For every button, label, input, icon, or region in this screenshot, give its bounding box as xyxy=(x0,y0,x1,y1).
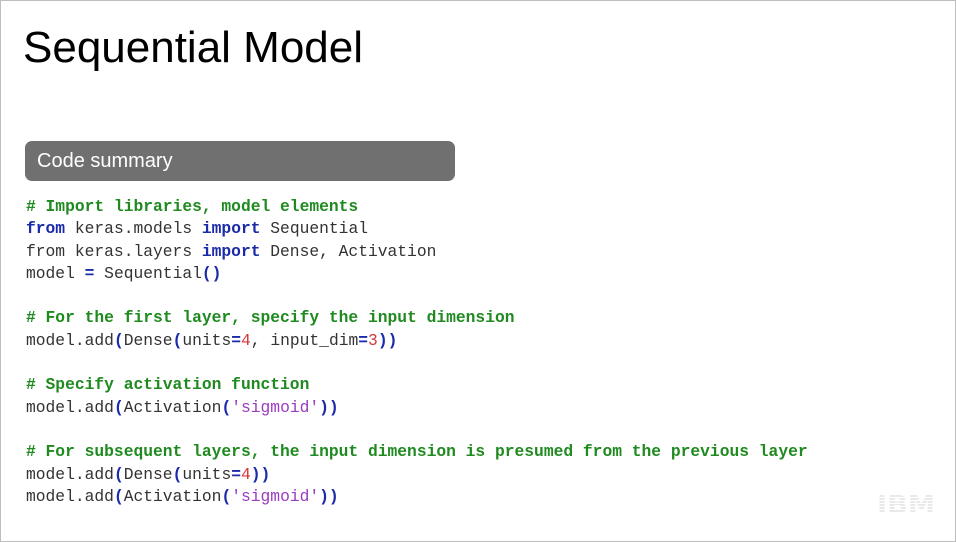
code-token-plain: from keras.layers xyxy=(26,241,202,261)
code-token-plain: Dense, Activation xyxy=(260,241,437,261)
code-token-plain: model.add xyxy=(26,397,114,417)
code-line: model.add(Activation('sigmoid')) xyxy=(26,486,808,508)
code-line: model.add(Dense(units=4)) xyxy=(26,464,808,486)
code-token-plain: Sequential xyxy=(94,263,202,283)
code-line: from keras.layers import Dense, Activati… xyxy=(26,241,808,263)
code-token-op: ( xyxy=(113,486,124,506)
code-token-op: = xyxy=(231,464,241,484)
code-token-keyword: import xyxy=(201,241,261,261)
code-token-op: = xyxy=(358,330,369,350)
code-line: # For the first layer, specify the input… xyxy=(26,307,808,329)
code-token-op: )) xyxy=(250,464,271,484)
code-token-plain: units xyxy=(182,464,232,484)
code-token-op: )) xyxy=(319,397,339,417)
code-token-op: ( xyxy=(221,486,232,506)
slide-title: Sequential Model xyxy=(23,23,364,72)
code-token-op: ( xyxy=(113,397,124,417)
code-token-comment: # Import libraries, model elements xyxy=(26,197,359,216)
code-token-comment: # For the first layer, specify the input… xyxy=(26,308,515,328)
code-token-plain: Dense xyxy=(123,464,173,484)
ibm-logo-icon: IBM xyxy=(877,492,935,516)
code-token-plain: model xyxy=(26,263,85,283)
code-token-string: 'sigmoid' xyxy=(231,486,320,506)
code-token-op: = xyxy=(84,263,95,283)
code-token-plain: model.add xyxy=(26,464,114,484)
code-token-plain: , input_dim xyxy=(250,330,359,350)
ibm-logo-text: IBM xyxy=(877,492,935,516)
slide: Sequential Model Code summary # Import l… xyxy=(0,0,956,542)
code-token-comment: # For subsequent layers, the input dimen… xyxy=(26,442,808,462)
code-token-number: 4 xyxy=(241,464,251,484)
code-token-op: ( xyxy=(113,464,124,484)
code-token-op: ( xyxy=(221,397,232,417)
code-token-op: ( xyxy=(113,330,124,350)
code-token-plain: model.add xyxy=(26,330,114,350)
code-token-plain: Activation xyxy=(123,486,222,506)
code-token-keyword: import xyxy=(201,219,261,239)
code-line: # Specify activation function xyxy=(26,374,808,396)
code-token-plain: model.add xyxy=(26,486,114,506)
code-line: from keras.models import Sequential xyxy=(26,218,808,240)
code-token-op: ( xyxy=(172,464,183,484)
code-token-number: 4 xyxy=(241,330,251,350)
code-block: # Import libraries, model elements from k… xyxy=(26,196,808,508)
code-token-string: 'sigmoid' xyxy=(231,397,320,417)
code-line: model.add(Activation('sigmoid')) xyxy=(26,397,808,419)
code-token-op: () xyxy=(201,263,222,283)
code-summary-banner: Code summary xyxy=(25,141,455,181)
code-token-keyword: from xyxy=(26,219,66,239)
code-line: # For subsequent layers, the input dimen… xyxy=(26,441,808,463)
code-line: model.add(Dense(units=4, input_dim=3)) xyxy=(26,330,808,352)
code-token-op: ( xyxy=(172,330,183,350)
code-token-plain: units xyxy=(182,330,232,350)
code-token-plain: Dense xyxy=(123,330,173,350)
code-token-comment: # Specify activation function xyxy=(26,375,310,395)
code-token-op: = xyxy=(231,330,241,350)
code-line: model = Sequential() xyxy=(26,263,808,285)
code-token-op: )) xyxy=(319,486,339,506)
code-line: # Import libraries, model elements xyxy=(26,196,808,218)
code-token-plain: Activation xyxy=(123,397,222,417)
code-token-op: )) xyxy=(377,330,398,350)
code-token-number: 3 xyxy=(368,330,378,350)
code-token-plain: Sequential xyxy=(260,219,368,239)
code-token-plain: keras.models xyxy=(65,219,202,239)
